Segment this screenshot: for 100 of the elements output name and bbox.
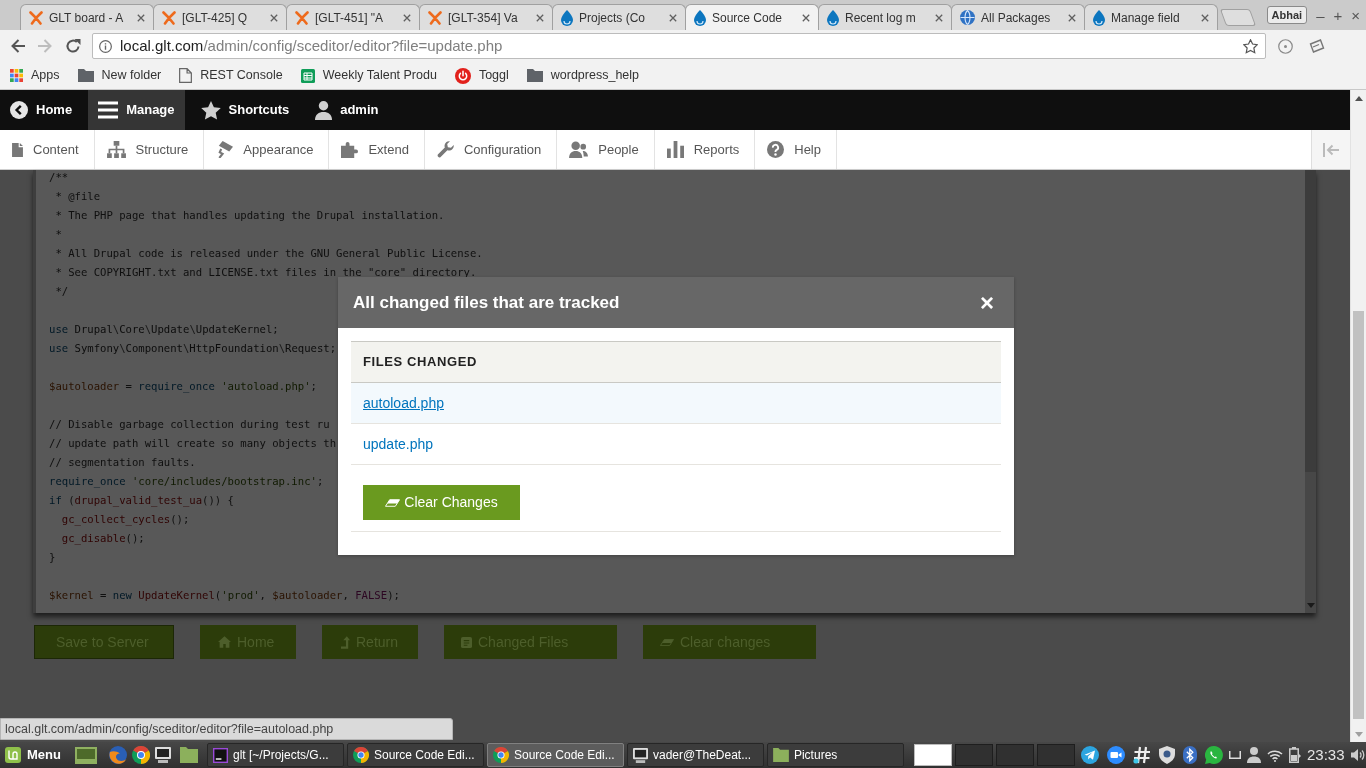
clock[interactable]: 23:33 xyxy=(1306,743,1345,767)
battery-icon[interactable] xyxy=(1288,747,1301,763)
browser-tab[interactable]: [GLT-451] "A xyxy=(286,4,420,30)
document-icon xyxy=(12,142,23,157)
code-line: // segmentation faults. xyxy=(49,455,196,470)
hierarchy-icon xyxy=(106,141,126,158)
close-icon[interactable] xyxy=(802,13,810,22)
globe-icon xyxy=(960,10,975,25)
bookmark[interactable]: Weekly Talent Produ xyxy=(300,66,437,85)
file-link[interactable]: autoload.php xyxy=(363,392,444,414)
code-line: use Symfony\Component\HttpFoundation\Request; xyxy=(49,341,337,356)
file-link[interactable]: update.php xyxy=(363,433,434,455)
toolbar-tab[interactable]: Home xyxy=(0,90,83,130)
toolbar-menu-item[interactable]: People xyxy=(557,130,655,169)
taskbar-window-button[interactable]: Source Code Edi... xyxy=(486,743,624,767)
toolbar-menu-item[interactable]: Configuration xyxy=(424,130,558,169)
ide-icon xyxy=(212,747,228,763)
user-icon xyxy=(315,100,333,120)
code-line: use Drupal\Core\Update\UpdateKernel; xyxy=(49,322,279,337)
card-extension-icon[interactable] xyxy=(1309,38,1325,54)
home-icon xyxy=(218,636,231,648)
hash-icon[interactable] xyxy=(1132,746,1151,764)
menu-logo-icon xyxy=(5,747,21,763)
shield-icon[interactable] xyxy=(1158,746,1175,764)
browser-tab[interactable]: [GLT-425] Q xyxy=(153,4,287,30)
maximize-button[interactable]: + xyxy=(1333,7,1343,23)
browser-tab[interactable]: All Packages xyxy=(951,4,1085,30)
browser-tab[interactable]: Projects (Co xyxy=(552,4,686,30)
taskbar-window-button[interactable]: Source Code Edi... xyxy=(346,743,484,767)
toolbar-menu-item[interactable]: Appearance xyxy=(204,130,330,169)
close-button[interactable]: × xyxy=(980,290,994,315)
taskbar-window-button[interactable]: glt [~/Projects/G... xyxy=(206,743,344,767)
close-icon[interactable] xyxy=(1068,13,1076,22)
back-arrow-icon[interactable] xyxy=(10,38,26,54)
close-icon[interactable] xyxy=(669,13,677,22)
show-desktop-icon[interactable] xyxy=(74,746,97,764)
browser-tab[interactable]: Manage field xyxy=(1084,4,1218,30)
toolbar-tab[interactable]: Manage xyxy=(88,90,185,130)
user-icon[interactable] xyxy=(1246,747,1261,763)
address-field[interactable]: local.glt.com/admin/config/sceditor/editor?file=update.php xyxy=(92,33,1266,59)
keyboard-layout-icon[interactable] xyxy=(1228,751,1241,759)
folder-icon[interactable] xyxy=(179,747,198,763)
profile-button[interactable]: Abhai xyxy=(1266,6,1308,24)
browser-tab[interactable]: Recent log m xyxy=(818,4,952,30)
scroll-up-arrow-icon[interactable] xyxy=(1354,95,1363,101)
close-icon[interactable] xyxy=(1201,13,1209,22)
wifi-icon[interactable] xyxy=(1266,748,1283,762)
browser-icon[interactable] xyxy=(131,746,150,764)
circle-extension-icon[interactable] xyxy=(1278,38,1293,54)
video-camera-icon[interactable] xyxy=(1106,746,1125,764)
info-icon[interactable] xyxy=(99,39,112,53)
scrollbar-thumb[interactable] xyxy=(1353,311,1364,719)
monitor-icon xyxy=(632,747,648,763)
close-icon[interactable] xyxy=(270,13,278,22)
toolbar-menu-item[interactable]: Reports xyxy=(654,130,756,169)
taskbar-window-button[interactable]: vader@TheDeat... xyxy=(626,743,764,767)
workspace-button[interactable] xyxy=(913,744,952,766)
close-icon[interactable] xyxy=(137,13,145,22)
browser-tab[interactable]: GLT board - A xyxy=(20,4,154,30)
paper-plane-icon[interactable] xyxy=(1080,746,1099,764)
editor-scrollbar[interactable] xyxy=(1305,170,1316,613)
toolbar-tab[interactable]: admin xyxy=(305,90,389,130)
volume-icon[interactable] xyxy=(1350,748,1365,762)
column-header: FILES CHANGED xyxy=(351,341,1001,383)
bookmark-star-icon[interactable] xyxy=(1243,38,1258,54)
collapse-icon xyxy=(1323,142,1339,157)
close-icon[interactable] xyxy=(935,13,943,22)
fox-globe-icon[interactable] xyxy=(108,746,127,764)
toolbar-menu-item[interactable]: Structure xyxy=(94,130,205,169)
bookmark[interactable]: New folder xyxy=(77,66,162,85)
wrench-icon xyxy=(436,141,454,158)
toolbar-menu-item[interactable]: Content xyxy=(0,130,95,169)
bluetooth-icon[interactable] xyxy=(1182,746,1197,764)
bookmark[interactable]: Toggl xyxy=(454,66,509,85)
browser-tab[interactable]: [GLT-354] Va xyxy=(419,4,553,30)
bookmark[interactable]: wordpress_help xyxy=(526,66,640,85)
monitor-icon[interactable] xyxy=(154,747,171,763)
toolbar-menu-item[interactable]: Help xyxy=(755,130,837,169)
drop-icon xyxy=(694,9,706,26)
editor-scrollbar-thumb[interactable] xyxy=(1305,170,1316,472)
chat-bubble-icon[interactable] xyxy=(1204,746,1223,764)
taskbar-window-button[interactable]: Pictures xyxy=(766,743,904,767)
minimize-button[interactable]: – xyxy=(1316,7,1325,23)
bookmark[interactable]: Apps xyxy=(10,66,60,85)
bookmark[interactable]: REST Console xyxy=(179,66,283,85)
reload-icon[interactable] xyxy=(65,38,81,54)
x-shape-icon xyxy=(428,10,442,25)
drop-icon xyxy=(827,9,839,26)
close-icon[interactable] xyxy=(536,13,544,22)
toolbar-tab[interactable]: Shortcuts xyxy=(190,90,300,130)
tray-toggle-button[interactable] xyxy=(1311,130,1350,169)
code-line: $autoloader = require_once 'autoload.php'; xyxy=(49,379,317,395)
close-icon[interactable] xyxy=(403,13,411,22)
close-window-button[interactable]: × xyxy=(1351,7,1360,23)
menu-button[interactable]: Menu xyxy=(0,743,65,767)
spreadsheet-icon xyxy=(300,68,315,83)
x-shape-icon xyxy=(295,10,309,25)
browser-tab[interactable]: Source Code xyxy=(685,4,819,30)
toolbar-menu-item[interactable]: Extend xyxy=(329,130,425,169)
page-scrollbar[interactable] xyxy=(1350,90,1366,742)
